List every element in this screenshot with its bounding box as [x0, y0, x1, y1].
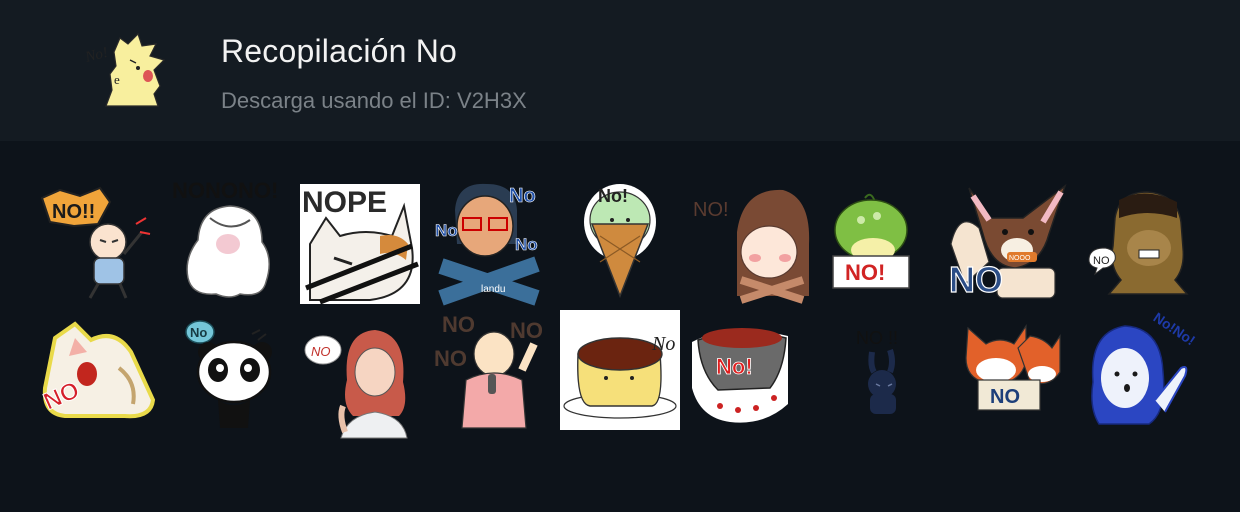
sticker-text: No: [509, 185, 536, 207]
pack-icon-text-2: e: [114, 72, 120, 87]
baby-no-sticker[interactable]: NO!!: [40, 184, 160, 304]
monkey-no-sticker[interactable]: NO: [1085, 188, 1205, 308]
sticker-text: NO!: [693, 199, 729, 221]
sticker-text: NO: [1093, 255, 1110, 267]
green-bun-no-sign-sticker[interactable]: NO!: [825, 190, 945, 310]
brownie-no-sticker[interactable]: No!: [690, 318, 810, 438]
sticker-text: NOPE: [302, 186, 387, 219]
sticker-text: No: [190, 325, 207, 340]
man-crossed-arms-sticker[interactable]: No No No landu: [435, 180, 555, 306]
pack-header: No! e Recopilación No Descarga usando el…: [0, 0, 1240, 141]
rabbit-no-sticker[interactable]: NO !!: [830, 322, 950, 442]
sticker-text: No: [651, 333, 675, 355]
sticker-text: NO!: [845, 260, 885, 285]
sticker-text: NO: [990, 386, 1020, 408]
sticker-text: NO !!: [856, 328, 898, 348]
ghost-nonono-sticker[interactable]: NONONO!: [170, 178, 290, 298]
fox-no-sticker[interactable]: NO: [960, 318, 1080, 438]
sticker-text: No!No!: [1151, 309, 1199, 348]
pack-download-id: Descarga usando el ID: V2H3X: [221, 88, 527, 113]
sticker-grid: NO!! NONONO! NOPE No No No landu No! NO!…: [0, 141, 1240, 512]
yellow-creature-sticker-icon: No! e: [84, 32, 166, 107]
sticker-badge-text: NOOO: [1009, 255, 1031, 262]
blue-girl-no-sticker[interactable]: No!No!: [1085, 309, 1205, 432]
pack-icon-text: No!: [84, 45, 110, 66]
screaming-cat-sticker[interactable]: NO: [35, 318, 156, 438]
sticker-text: NO!!: [52, 201, 95, 223]
pudding-no-sticker[interactable]: No: [560, 310, 680, 430]
sticker-text: NO: [949, 259, 1003, 300]
cat-nope-sticker[interactable]: NOPE: [300, 184, 420, 305]
sticker-text-3: NO: [434, 346, 467, 371]
sticker-text: NO: [442, 312, 475, 337]
sticker-text: NONONO!: [172, 178, 278, 203]
panda-no-sticker[interactable]: No: [178, 312, 298, 432]
sticker-text-2: NO: [510, 318, 543, 343]
pink-man-nonono-sticker[interactable]: NO NO NO: [430, 310, 550, 430]
chihuahua-no-sticker[interactable]: NOOO NO: [945, 183, 1067, 304]
sticker-text: No!: [598, 186, 628, 206]
ice-cream-no-sticker[interactable]: No!: [570, 180, 690, 300]
woman-no-sticker[interactable]: NO: [303, 320, 423, 440]
girl-no-sticker[interactable]: NO!: [693, 184, 813, 304]
sticker-text: No!: [716, 354, 753, 379]
sticker-shirt-text: landu: [481, 284, 505, 295]
pack-title: Recopilación No: [221, 33, 458, 69]
sticker-text: NO: [311, 344, 331, 359]
sticker-text-2: No: [435, 221, 458, 240]
sticker-text-3: No: [515, 235, 538, 254]
